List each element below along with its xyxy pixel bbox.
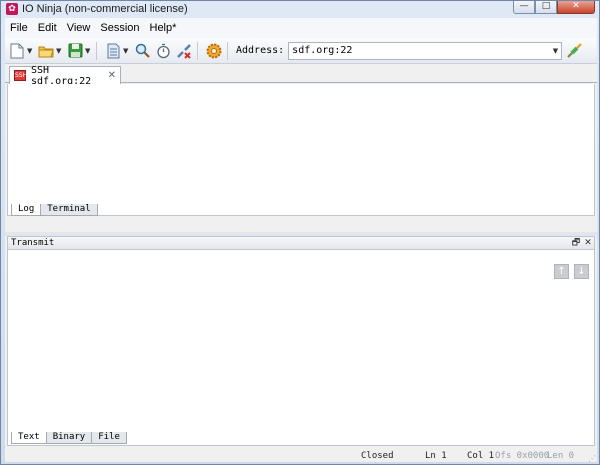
address-label: Address: bbox=[236, 45, 285, 56]
resize-grip-icon[interactable]: ⋰ bbox=[588, 454, 596, 463]
app-icon: ✿ bbox=[6, 3, 18, 15]
status-connection: Closed bbox=[361, 451, 394, 461]
document-icon[interactable] bbox=[104, 42, 122, 60]
stopwatch-icon[interactable] bbox=[154, 42, 172, 60]
minimize-button[interactable]: — bbox=[513, 1, 535, 14]
tab-file[interactable]: File bbox=[91, 432, 127, 444]
status-length: Len 0 bbox=[547, 451, 575, 461]
tab-binary[interactable]: Binary bbox=[45, 432, 93, 444]
log-view[interactable] bbox=[7, 84, 595, 216]
open-dropdown-arrow[interactable]: ▼ bbox=[56, 47, 63, 55]
transmit-tabs: Text Binary File bbox=[11, 432, 127, 444]
log-tabs: Log Terminal bbox=[11, 204, 98, 216]
toolbar-separator bbox=[197, 41, 198, 60]
window-title: IO Ninja (non-commercial license) bbox=[22, 3, 188, 15]
search-icon[interactable] bbox=[133, 42, 151, 60]
new-icon[interactable] bbox=[8, 42, 26, 60]
transmit-pane-header: Transmit 🗗 ✕ bbox=[7, 236, 595, 250]
menu-help[interactable]: Help* bbox=[145, 22, 182, 34]
title-bar[interactable]: ✿ IO Ninja (non-commercial license) — □ … bbox=[1, 1, 599, 17]
menu-session[interactable]: Session bbox=[95, 22, 144, 34]
chevron-down-icon[interactable]: ▼ bbox=[553, 47, 558, 55]
app-window: ✿ IO Ninja (non-commercial license) — □ … bbox=[0, 0, 600, 465]
session-tabstrip: SSH SSH sdf.org:22 ✕ bbox=[5, 65, 597, 87]
menu-view[interactable]: View bbox=[62, 22, 96, 34]
status-bar: Closed Ln 1 Col 1 Ofs 0x0000 Len 0 bbox=[5, 450, 597, 462]
transmit-title: Transmit bbox=[11, 238, 55, 248]
tab-terminal[interactable]: Terminal bbox=[40, 204, 98, 216]
history-up-icon[interactable]: ↑ bbox=[554, 264, 569, 279]
save-icon[interactable] bbox=[66, 42, 84, 60]
toolbar: ▼ ▼ ▼ ▼ Address: sdf.org:22 ▼ bbox=[5, 38, 597, 64]
client-area: File Edit View Session Help* ▼ ▼ ▼ ▼ Add… bbox=[5, 18, 597, 463]
address-combobox[interactable]: sdf.org:22 ▼ bbox=[288, 41, 563, 60]
menu-bar: File Edit View Session Help* bbox=[5, 18, 597, 38]
address-input[interactable]: sdf.org:22 bbox=[292, 45, 352, 56]
save-dropdown-arrow[interactable]: ▼ bbox=[85, 47, 92, 55]
status-line: Ln 1 bbox=[425, 451, 447, 461]
document-dropdown-arrow[interactable]: ▼ bbox=[123, 47, 130, 55]
history-down-icon[interactable]: ↓ bbox=[574, 264, 589, 279]
window-controls: — □ ✕ bbox=[513, 1, 595, 14]
menu-file[interactable]: File bbox=[5, 22, 33, 34]
status-offset: Ofs 0x0000 bbox=[495, 451, 550, 461]
tab-text[interactable]: Text bbox=[11, 432, 47, 444]
close-pane-icon[interactable]: ✕ bbox=[582, 238, 594, 248]
status-column: Col 1 bbox=[467, 451, 495, 461]
new-dropdown-arrow[interactable]: ▼ bbox=[27, 47, 34, 55]
transmit-editor[interactable]: ↑ ↓ bbox=[7, 250, 595, 446]
toolbar-separator bbox=[96, 41, 97, 60]
menu-edit[interactable]: Edit bbox=[33, 22, 62, 34]
disconnect-icon[interactable] bbox=[175, 42, 193, 60]
float-pane-icon[interactable]: 🗗 bbox=[570, 235, 582, 251]
settings-gear-icon[interactable] bbox=[205, 42, 223, 60]
close-button[interactable]: ✕ bbox=[557, 1, 595, 14]
maximize-button[interactable]: □ bbox=[535, 1, 557, 14]
tab-log[interactable]: Log bbox=[11, 204, 42, 216]
session-tab[interactable]: SSH SSH sdf.org:22 ✕ bbox=[9, 65, 121, 87]
ssh-icon: SSH bbox=[14, 70, 28, 81]
close-icon[interactable]: ✕ bbox=[108, 70, 116, 81]
open-folder-icon[interactable] bbox=[37, 42, 55, 60]
toolbar-separator bbox=[227, 41, 228, 60]
connect-plug-icon[interactable] bbox=[565, 42, 583, 60]
